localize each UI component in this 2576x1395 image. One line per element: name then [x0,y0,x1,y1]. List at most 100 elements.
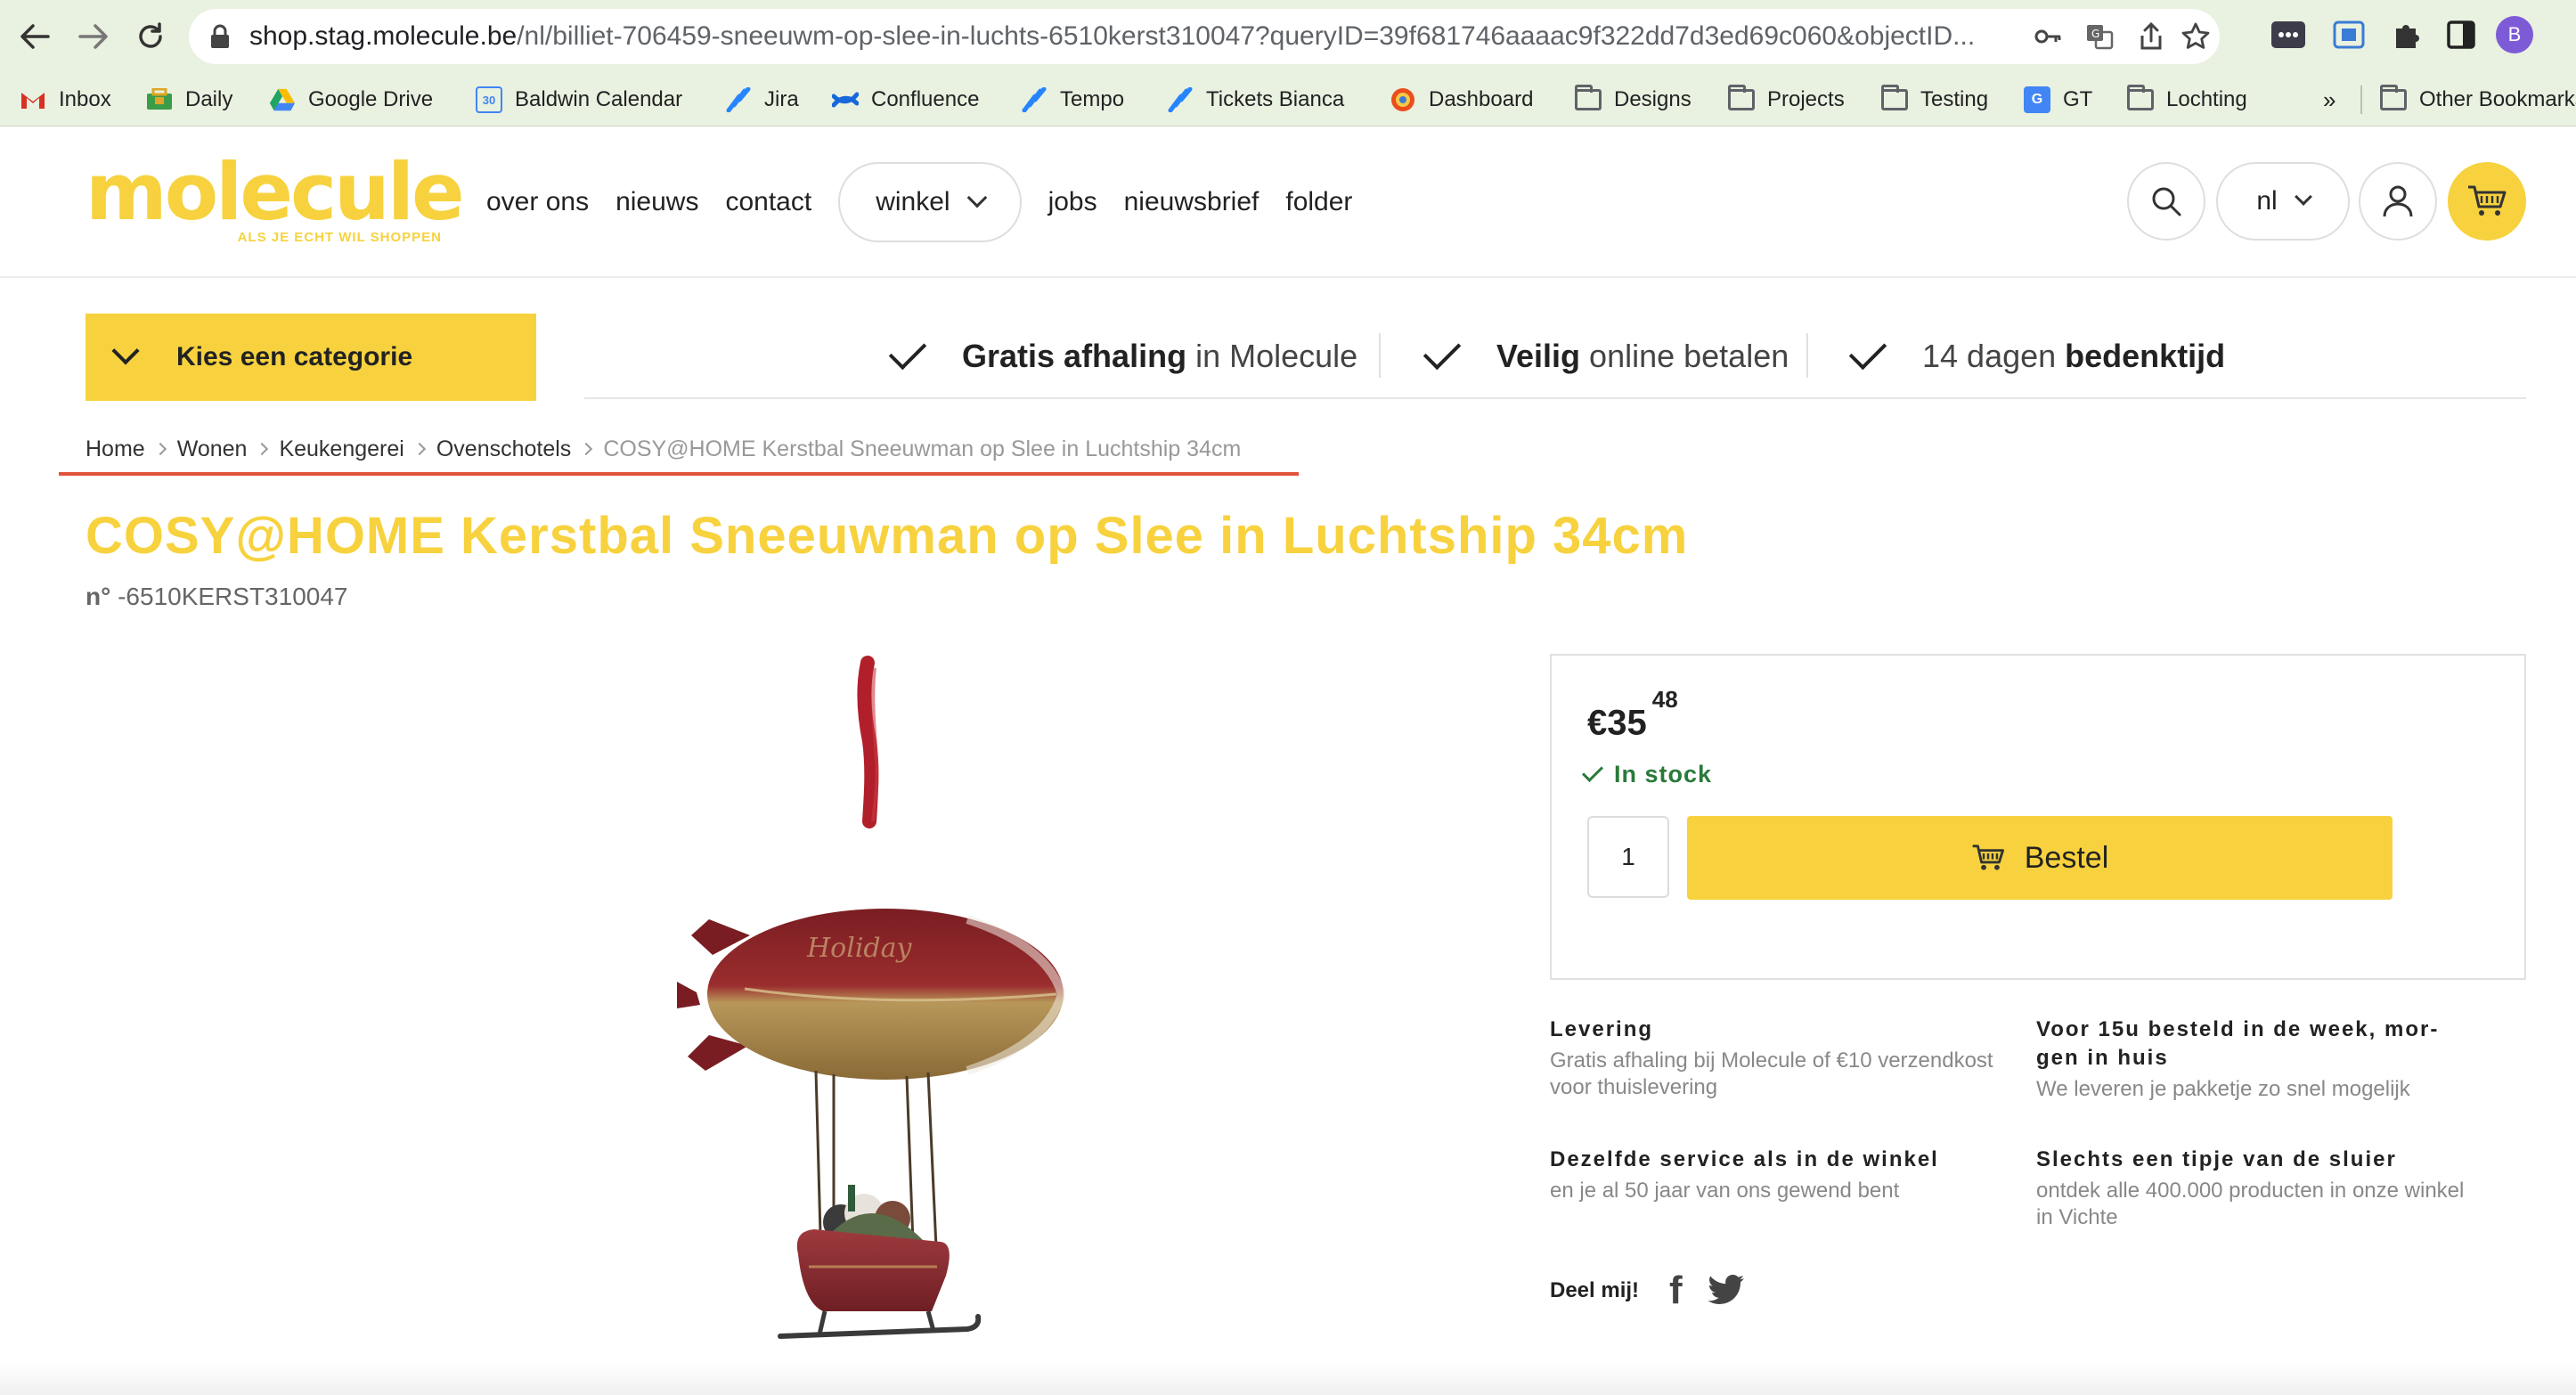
bookmark-label: Jira [764,87,799,111]
dashboard-icon [1390,86,1416,113]
svg-text:G: G [2091,28,2099,40]
usp-text: 14 dagen [1922,338,2066,374]
share-label: Deel mij! [1550,1278,1640,1302]
nav-over-ons[interactable]: over ons [486,187,589,217]
extensions-puzzle-icon[interactable] [2387,16,2425,53]
forward-button[interactable] [71,14,116,59]
check-icon [888,331,927,371]
product-image[interactable]: Holiday [673,652,1065,1374]
chevron-right-icon [580,442,593,456]
nav-folder[interactable]: folder [1285,187,1352,217]
star-icon[interactable] [2181,21,2211,52]
google-translate-icon: G [2024,86,2050,113]
bookmark-google-drive[interactable]: Google Drive [269,82,433,118]
bookmark-baldwin-calendar[interactable]: 30 Baldwin Calendar [476,82,682,118]
chevron-right-icon [256,442,269,456]
chevron-right-icon [153,442,167,456]
breadcrumb-underline [59,472,1299,476]
order-button[interactable]: Bestel [1687,816,2393,900]
browser-chrome: shop.stag.molecule.be/nl/billiet-706459-… [0,0,2576,126]
logo-tagline: ALS JE ECHT WIL SHOPPEN [237,230,442,245]
stock-status: In stock [1581,760,1712,788]
extension-dots-icon[interactable] [2270,16,2307,53]
gmail-icon [20,86,46,113]
folder-icon [1575,85,1602,113]
jira-icon [725,86,752,113]
bookmarks-bar: Inbox Daily Google Drive 30 Baldwin Cale… [0,73,2576,126]
breadcrumb-home[interactable]: Home [86,436,145,462]
side-panel-icon[interactable] [2442,16,2480,53]
bookmark-lochting[interactable]: Lochting [2127,82,2247,118]
usp-text: in Molecule [1186,338,1358,374]
info-title: Dezelfde service als in de winkel [1550,1147,1939,1171]
nav-nieuws[interactable]: nieuws [615,187,698,217]
info-text: Gratis afhaling bij Molecule of €10 verz… [1550,1048,1993,1099]
bookmarks-overflow-button[interactable]: » [2323,82,2336,118]
address-bar[interactable]: shop.stag.molecule.be/nl/billiet-706459-… [189,9,2220,64]
info-text: en je al 50 jaar van ons gewend bent [1550,1179,1900,1203]
language-selector[interactable]: nl [2216,162,2350,241]
bookmark-projects[interactable]: Projects [1728,82,1845,118]
bookmark-designs[interactable]: Designs [1575,82,1692,118]
bookmark-testing[interactable]: Testing [1881,82,1988,118]
bookmarks-divider [2360,86,2362,114]
bookmark-gt[interactable]: G GT [2024,82,2092,118]
usp-bold: bedenktijd [2065,338,2226,374]
bookmark-daily[interactable]: Daily [146,82,232,118]
bookmark-confluence[interactable]: Confluence [832,82,979,118]
overflow-label: » [2323,86,2336,113]
bookmark-jira[interactable]: Jira [725,82,799,118]
bookmark-label: Projects [1767,87,1845,111]
key-icon[interactable] [2033,21,2063,52]
nav-nieuwsbrief[interactable]: nieuwsbrief [1124,187,1259,217]
bookmark-other-bookmarks[interactable]: Other Bookmarks [2380,82,2576,118]
bookmark-tickets-bianca[interactable]: Tickets Bianca [1167,82,1344,118]
browser-toolbar: shop.stag.molecule.be/nl/billiet-706459-… [0,0,2576,73]
translate-icon[interactable]: G [2084,21,2115,52]
user-icon [2383,185,2413,217]
nav-contact[interactable]: contact [725,187,811,217]
profile-initial: B [2496,16,2533,53]
extension-frame-icon[interactable] [2330,16,2368,53]
breadcrumb-wonen[interactable]: Wonen [177,436,248,462]
breadcrumb-ovenschotels[interactable]: Ovenschotels [436,436,571,462]
search-icon [2152,187,2181,216]
back-button[interactable] [12,14,57,59]
jira-icon [1167,86,1194,113]
twitter-icon[interactable] [1708,1275,1745,1307]
reload-button[interactable] [128,14,173,59]
confluence-icon [832,86,859,113]
bookmark-label: Google Drive [308,87,434,111]
bookmark-label: Testing [1920,87,1989,111]
usp-item: 14 dagen bedenktijd [1848,314,2226,399]
info-next-day-delivery: Voor 15u besteld in de week, mor-gen in … [2036,1016,2482,1103]
quantity-input[interactable]: 1 [1587,816,1669,898]
site-logo[interactable]: molecule ALS JE ECHT WIL SHOPPEN [86,146,465,251]
search-button[interactable] [2127,162,2205,241]
bookmark-label: Designs [1614,87,1692,111]
nav-jobs[interactable]: jobs [1048,187,1097,217]
category-button-label: Kies een categorie [176,342,413,371]
breadcrumb: Home Wonen Keukengerei Ovenschotels COSY… [86,431,1241,467]
nav-winkel-dropdown[interactable]: winkel [838,162,1022,242]
share-icon[interactable] [2136,21,2166,52]
info-title: Voor 15u besteld in de week, mor-gen in … [2036,1017,2440,1070]
cart-button[interactable] [2448,162,2526,241]
bookmark-tempo[interactable]: Tempo [1021,82,1124,118]
bottom-shadow [0,1363,2576,1395]
breadcrumb-keukengerei[interactable]: Keukengerei [279,436,404,462]
usp-bold: Veilig [1496,338,1581,374]
account-button[interactable] [2359,162,2437,241]
bookmark-label: Tickets Bianca [1206,87,1345,111]
bookmark-label: Inbox [59,87,111,111]
bookmark-dashboard[interactable]: Dashboard [1390,82,1533,118]
category-dropdown-button[interactable]: Kies een categorie [86,314,536,401]
facebook-icon[interactable]: f [1669,1269,1683,1313]
price-cents: 48 [1651,686,1678,713]
breadcrumb-current: COSY@HOME Kerstbal Sneeuwman op Slee in … [603,436,1242,461]
bookmark-inbox[interactable]: Inbox [20,82,111,118]
site-header: molecule ALS JE ECHT WIL SHOPPEN over on… [0,126,2576,278]
logo-wordmark: molecule [86,146,465,238]
profile-avatar[interactable]: B [2496,16,2533,53]
cart-icon [1972,844,2004,870]
